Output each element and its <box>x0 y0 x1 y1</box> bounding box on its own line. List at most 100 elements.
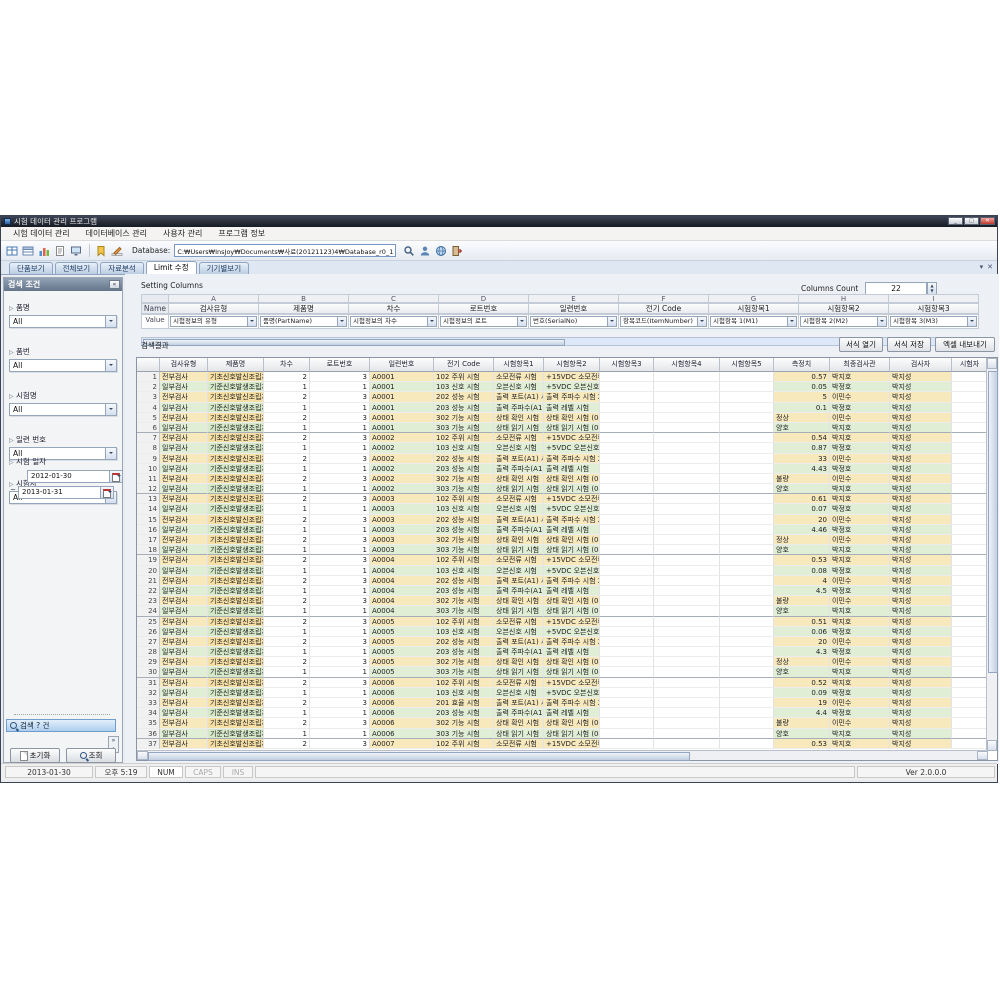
tab-단품보기[interactable]: 단품보기 <box>9 262 53 274</box>
table-cell[interactable] <box>654 484 720 494</box>
table-cell[interactable]: 박지호 <box>830 555 890 565</box>
table-cell[interactable]: 박지성 <box>890 443 952 453</box>
table-cell[interactable] <box>720 729 774 739</box>
table-cell[interactable]: A0001 <box>370 423 434 433</box>
exit-icon[interactable] <box>450 244 464 258</box>
table-cell[interactable]: 1 <box>264 566 310 576</box>
table-cell[interactable]: +5VDC 오븐신호 <box>544 504 600 514</box>
table-cell[interactable]: 상태 읽기 시험 (0d <box>544 484 600 494</box>
table-cell[interactable] <box>952 494 988 504</box>
column-mapping-combo[interactable]: 항목코드(ItemNumber) <box>620 316 707 327</box>
table-row[interactable]: 22일부검사기준신호발생조립체11A0004203 성능 시험출력 주파수(A1… <box>137 586 997 596</box>
table-cell[interactable]: 2 <box>264 698 310 708</box>
table-cell[interactable] <box>600 464 654 474</box>
table-cell[interactable]: 1 <box>310 423 370 433</box>
table-row[interactable]: 16일부검사기준신호발생조립체11A0003203 성능 시험출력 주파수(A1… <box>137 525 997 535</box>
table-cell[interactable] <box>952 708 988 718</box>
table-cell[interactable]: 박지성 <box>890 372 952 382</box>
table-cell[interactable]: 4.46 <box>774 525 830 535</box>
table-cell[interactable]: 303 기능 시험 <box>434 545 494 555</box>
table-cell[interactable]: 출력 레벨 시험 <box>544 403 600 413</box>
table-cell[interactable]: 기준신호발생조립체 <box>208 504 264 514</box>
table-cell[interactable]: A0005 <box>370 657 434 667</box>
table-cell[interactable] <box>720 392 774 402</box>
table-cell[interactable] <box>654 454 720 464</box>
table-cell[interactable]: 박정호 <box>830 586 890 596</box>
table-cell[interactable] <box>600 729 654 739</box>
table-cell[interactable]: 3 <box>310 454 370 464</box>
table-cell[interactable] <box>600 382 654 392</box>
calendar-icon[interactable] <box>109 471 122 482</box>
table-cell[interactable] <box>952 739 988 749</box>
table-cell[interactable] <box>600 443 654 453</box>
monitor-icon[interactable] <box>69 244 83 258</box>
table-cell[interactable]: 상태 읽기 시험 (0d <box>544 729 600 739</box>
table-cell[interactable]: 출력 레벨 시험 <box>544 586 600 596</box>
table-cell[interactable]: 박지호 <box>830 372 890 382</box>
table-cell[interactable]: 박지호 <box>830 729 890 739</box>
table-cell[interactable] <box>600 718 654 728</box>
scrollbar-thumb[interactable] <box>988 371 998 673</box>
table-cell[interactable]: 203 성능 시험 <box>434 586 494 596</box>
table-cell[interactable]: 일부검사 <box>160 464 208 474</box>
table-cell[interactable]: 상태 확인 시험 (0d <box>544 596 600 606</box>
table-cell[interactable]: A0005 <box>370 647 434 657</box>
table-cell[interactable]: 박지성 <box>890 596 952 606</box>
table-cell[interactable]: 이민수 <box>830 413 890 423</box>
table-cell[interactable] <box>720 443 774 453</box>
table-cell[interactable]: 303 기능 시험 <box>434 667 494 677</box>
collapse-panel-button[interactable]: « <box>109 280 120 289</box>
table-cell[interactable]: A0001 <box>370 413 434 423</box>
chevron-down-icon[interactable]: ▾ <box>980 263 984 272</box>
table-cell[interactable]: 박정호 <box>830 504 890 514</box>
table-cell[interactable]: 상태 확인 시험 (0d <box>544 535 600 545</box>
table-cell[interactable]: 오븐신호 시험 <box>494 443 544 453</box>
table-cell[interactable]: 26 <box>137 627 160 637</box>
table-cell[interactable]: 이민수 <box>830 515 890 525</box>
menu-item[interactable]: 데이터베이스 관리 <box>78 228 155 239</box>
table-cell[interactable] <box>600 657 654 667</box>
table-cell[interactable] <box>952 576 988 586</box>
table-cell[interactable]: 전부검사 <box>160 596 208 606</box>
table-cell[interactable]: 2 <box>264 474 310 484</box>
table-cell[interactable]: A0006 <box>370 718 434 728</box>
table-cell[interactable] <box>720 617 774 627</box>
table-cell[interactable]: 302 기능 시험 <box>434 596 494 606</box>
table-cell[interactable]: 기초신호발신조립체 <box>208 494 264 504</box>
table-cell[interactable]: 1 <box>310 504 370 514</box>
table-cell[interactable]: 출력 레벨 시험 <box>544 647 600 657</box>
table-row[interactable]: 13전부검사기초신호발신조립체23A0003102 주위 시험소모전류 시험+1… <box>137 494 997 504</box>
table-cell[interactable] <box>654 464 720 474</box>
table-cell[interactable]: 102 주위 시험 <box>434 555 494 565</box>
table-row[interactable]: 12일부검사기준신호발생조립체11A0002303 기능 시험상태 읽기 시험상… <box>137 484 997 494</box>
table-cell[interactable]: 박지성 <box>890 606 952 616</box>
table-cell[interactable]: 박지성 <box>890 688 952 698</box>
table-cell[interactable]: 기초신호발신조립체 <box>208 657 264 667</box>
table-cell[interactable]: 0.87 <box>774 443 830 453</box>
table-cell[interactable]: 출력 포트(A1) 시험 <box>494 698 544 708</box>
table-cell[interactable]: 202 성능 시험 <box>434 515 494 525</box>
table-cell[interactable]: 기초신호발신조립체 <box>208 637 264 647</box>
column-header[interactable]: 시험항목5 <box>720 358 774 372</box>
globe-icon[interactable] <box>434 244 448 258</box>
table-cell[interactable] <box>600 392 654 402</box>
table-cell[interactable]: 불량 <box>774 596 830 606</box>
table-cell[interactable]: 0.06 <box>774 627 830 637</box>
table-cell[interactable]: 일부검사 <box>160 545 208 555</box>
table-cell[interactable] <box>654 667 720 677</box>
table-cell[interactable]: 28 <box>137 647 160 657</box>
table-cell[interactable]: 양호 <box>774 729 830 739</box>
table-cell[interactable]: 정상 <box>774 413 830 423</box>
table-cell[interactable] <box>600 403 654 413</box>
column-header[interactable]: 차수 <box>264 358 310 372</box>
table-cell[interactable]: 102 주위 시험 <box>434 494 494 504</box>
table-cell[interactable]: 3 <box>310 494 370 504</box>
table-cell[interactable]: 기준신호발생조립체 <box>208 403 264 413</box>
table-cell[interactable] <box>720 606 774 616</box>
table-cell[interactable] <box>600 576 654 586</box>
table-cell[interactable]: 박정호 <box>830 525 890 535</box>
table-cell[interactable]: 21 <box>137 576 160 586</box>
table-cell[interactable]: 상태 확인 시험 (0d <box>544 657 600 667</box>
table-cell[interactable]: 박정호 <box>830 688 890 698</box>
table-cell[interactable]: 소모전류 시험 <box>494 555 544 565</box>
